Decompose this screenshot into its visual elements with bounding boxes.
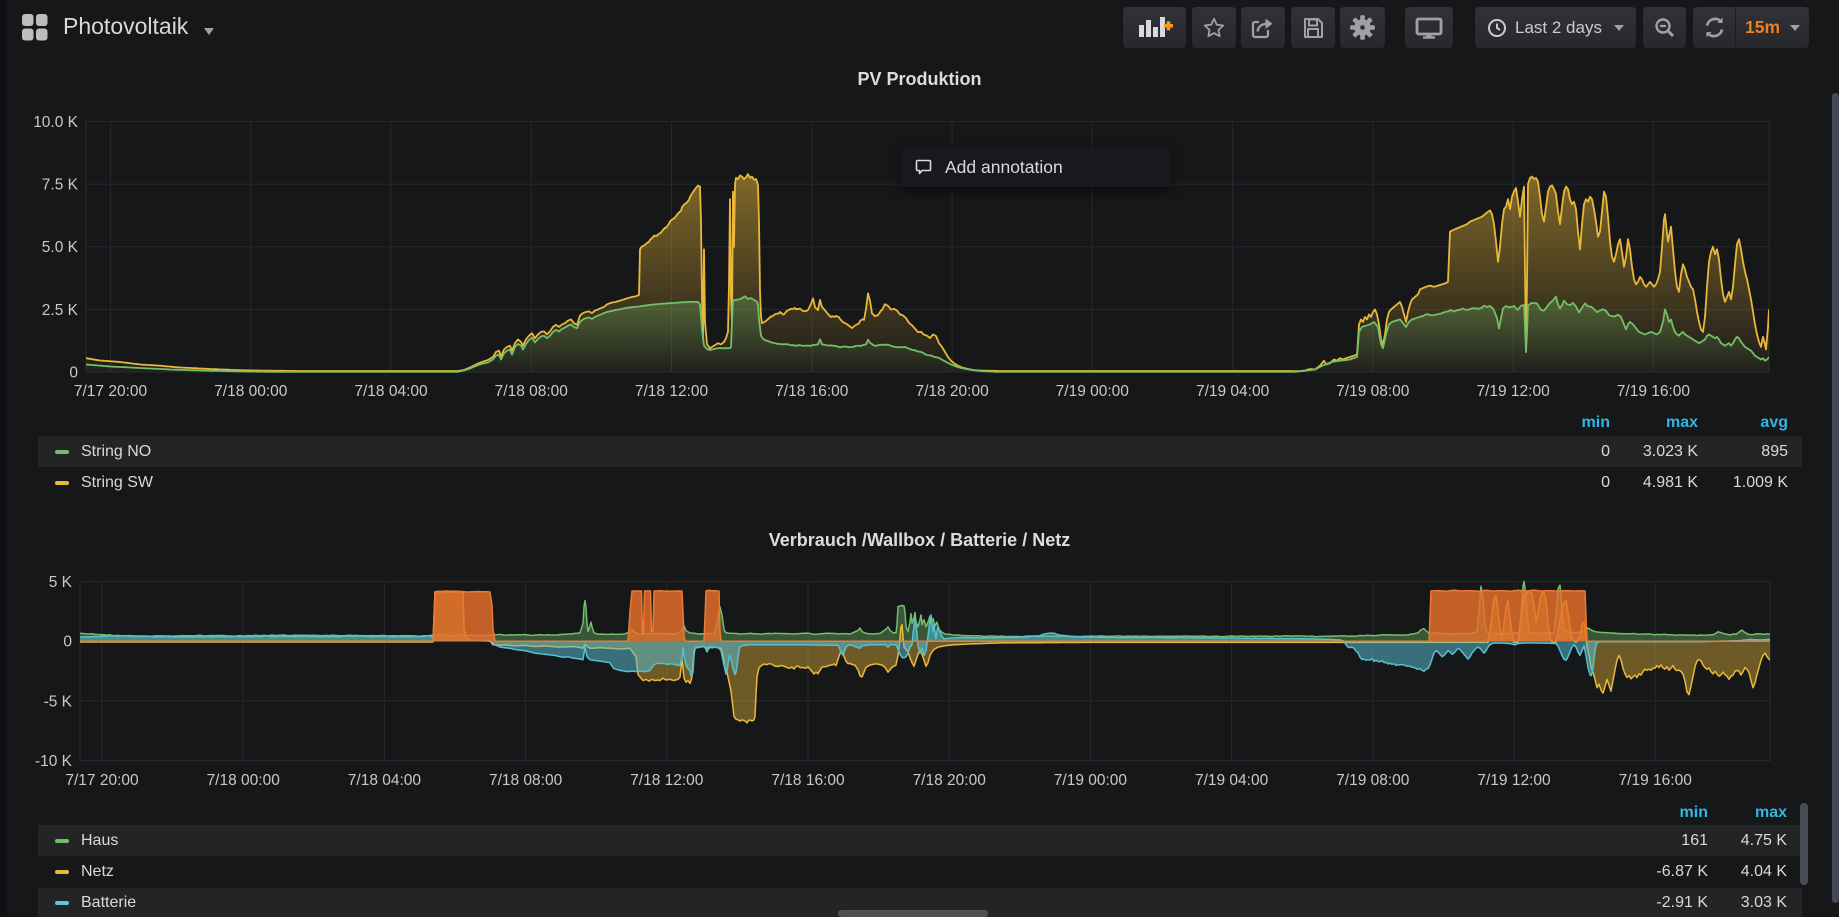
svg-text:7/18 12:00: 7/18 12:00 [635,383,709,400]
svg-text:7/19 04:00: 7/19 04:00 [1195,772,1269,789]
svg-text:7/19 04:00: 7/19 04:00 [1196,383,1270,400]
svg-text:-5 K: -5 K [44,693,73,710]
svg-text:7/18 08:00: 7/18 08:00 [495,383,569,400]
svg-text:7/19 16:00: 7/19 16:00 [1617,383,1691,400]
svg-text:7/18 04:00: 7/18 04:00 [354,383,428,400]
svg-text:7/19 00:00: 7/19 00:00 [1056,383,1130,400]
svg-text:7/19 08:00: 7/19 08:00 [1336,772,1410,789]
svg-text:7/18 20:00: 7/18 20:00 [913,772,987,789]
svg-text:7/19 16:00: 7/19 16:00 [1619,772,1693,789]
svg-text:10.0 K: 10.0 K [33,114,78,131]
svg-text:7/19 12:00: 7/19 12:00 [1476,383,1550,400]
svg-text:7/18 20:00: 7/18 20:00 [915,383,989,400]
svg-text:7/18 04:00: 7/18 04:00 [348,772,422,789]
svg-text:5.0 K: 5.0 K [42,239,79,256]
svg-text:7/18 12:00: 7/18 12:00 [630,772,704,789]
svg-text:7/19 00:00: 7/19 00:00 [1054,772,1128,789]
svg-text:5 K: 5 K [49,574,73,591]
svg-text:0: 0 [63,634,72,651]
svg-text:7/17 20:00: 7/17 20:00 [74,383,148,400]
svg-text:7/19 12:00: 7/19 12:00 [1477,772,1551,789]
svg-text:7/18 00:00: 7/18 00:00 [207,772,281,789]
svg-text:7/17 20:00: 7/17 20:00 [65,772,139,789]
svg-text:7/18 00:00: 7/18 00:00 [214,383,288,400]
svg-text:0: 0 [69,365,78,382]
svg-text:7/18 08:00: 7/18 08:00 [489,772,563,789]
svg-text:2.5 K: 2.5 K [42,302,79,319]
svg-text:7.5 K: 7.5 K [42,177,79,194]
svg-text:-10 K: -10 K [35,753,73,770]
svg-text:7/18 16:00: 7/18 16:00 [771,772,845,789]
svg-text:7/19 08:00: 7/19 08:00 [1336,383,1410,400]
svg-text:7/18 16:00: 7/18 16:00 [775,383,849,400]
